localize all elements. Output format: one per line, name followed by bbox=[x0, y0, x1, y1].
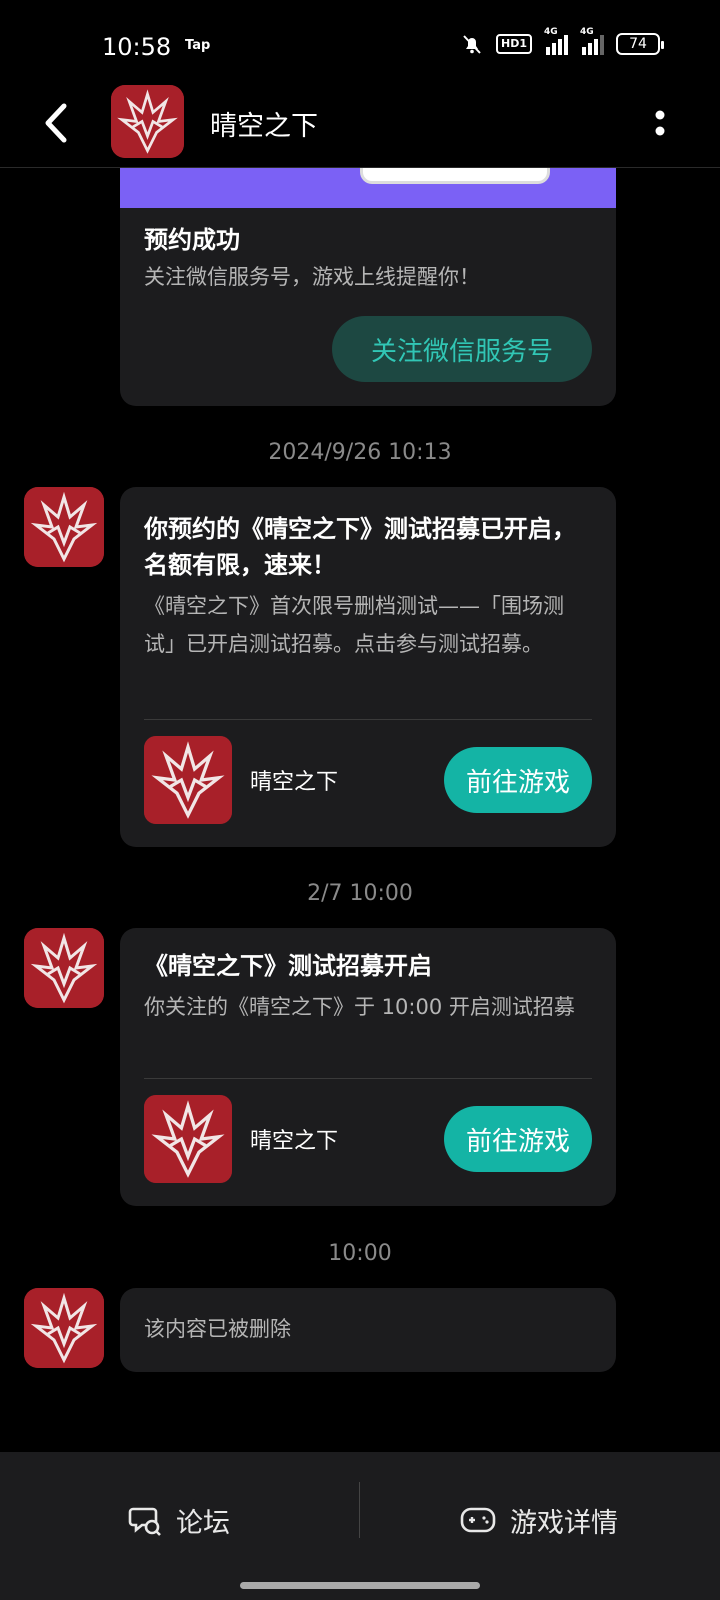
more-vertical-icon bbox=[655, 110, 665, 136]
back-button[interactable] bbox=[36, 98, 80, 148]
nav-game-details[interactable]: 游戏详情 bbox=[460, 1492, 618, 1548]
sender-avatar[interactable] bbox=[24, 928, 104, 1008]
message-timestamp: 2/7 10:00 bbox=[307, 881, 413, 906]
nav-game-details-label: 游戏详情 bbox=[510, 1507, 618, 1539]
status-bar: 10:58 Tap HD1 4G 4G 74 bbox=[0, 0, 720, 90]
tap-app-indicator: Tap bbox=[185, 38, 211, 53]
page-title: 晴空之下 bbox=[210, 111, 318, 142]
sender-avatar[interactable] bbox=[24, 1288, 104, 1368]
message-card[interactable]: 《晴空之下》测试招募开启 你关注的《晴空之下》于 10:00 开启测试招募 晴空… bbox=[120, 928, 616, 1206]
message-timestamp: 2024/9/26 10:13 bbox=[268, 440, 452, 465]
nav-forum[interactable]: 论坛 bbox=[128, 1492, 230, 1548]
game-icon bbox=[144, 736, 232, 824]
gamepad-icon bbox=[460, 1507, 496, 1533]
game-name: 晴空之下 bbox=[250, 770, 339, 795]
card-title: 预约成功 bbox=[144, 226, 240, 254]
home-indicator[interactable] bbox=[240, 1582, 480, 1589]
message-timestamp: 10:00 bbox=[328, 1241, 392, 1266]
game-logo-icon bbox=[144, 736, 232, 824]
signal-label: 4G bbox=[544, 27, 558, 37]
game-logo-icon bbox=[24, 1288, 104, 1368]
game-row[interactable]: 晴空之下 前往游戏 bbox=[120, 1079, 616, 1205]
reservation-success-card: 预约成功 关注微信服务号，游戏上线提醒你！ 关注微信服务号 bbox=[120, 168, 616, 406]
forum-chat-icon bbox=[128, 1507, 161, 1536]
status-time: 10:58 bbox=[102, 33, 172, 61]
battery-icon: 74 bbox=[616, 33, 664, 55]
more-options-button[interactable] bbox=[648, 104, 672, 142]
battery-level: 74 bbox=[629, 36, 647, 52]
game-logo-icon bbox=[111, 85, 184, 158]
message-body: 你关注的《晴空之下》于 10:00 开启测试招募 bbox=[144, 995, 575, 1019]
game-logo-icon bbox=[144, 1095, 232, 1183]
message-body: 《晴空之下》首次限号删档测试——「围场测试」已开启测试招募。点击参与测试招募。 bbox=[144, 594, 564, 656]
sender-avatar[interactable] bbox=[24, 487, 104, 567]
chevron-left-icon bbox=[45, 103, 67, 143]
go-to-game-button[interactable]: 前往游戏 bbox=[444, 747, 592, 813]
nav-divider bbox=[359, 1482, 360, 1538]
chat-header: 晴空之下 bbox=[0, 80, 720, 168]
game-icon bbox=[144, 1095, 232, 1183]
bottom-nav: 论坛 游戏详情 bbox=[0, 1452, 720, 1600]
card-body: 关注微信服务号，游戏上线提醒你！ bbox=[144, 265, 480, 289]
message-title: 你预约的《晴空之下》测试招募已开启，名额有限，速来！ bbox=[144, 515, 576, 579]
follow-wechat-button[interactable]: 关注微信服务号 bbox=[332, 316, 592, 382]
signal-icon: 4G bbox=[544, 27, 568, 55]
mute-bell-icon bbox=[463, 35, 481, 54]
message-title: 《晴空之下》测试招募开启 bbox=[144, 952, 432, 980]
message-card[interactable]: 你预约的《晴空之下》测试招募已开启，名额有限，速来！ 《晴空之下》首次限号删档测… bbox=[120, 487, 616, 847]
game-row[interactable]: 晴空之下 前往游戏 bbox=[120, 720, 616, 846]
go-to-game-button[interactable]: 前往游戏 bbox=[444, 1106, 592, 1172]
signal-label-2: 4G bbox=[580, 27, 594, 37]
status-icons: HD1 4G 4G 74 bbox=[460, 27, 664, 56]
message-card[interactable]: 该内容已被删除 bbox=[120, 1288, 616, 1372]
game-name: 晴空之下 bbox=[250, 1129, 339, 1154]
nav-forum-label: 论坛 bbox=[176, 1507, 230, 1539]
deleted-message-text: 该内容已被删除 bbox=[144, 1317, 291, 1341]
card-banner-image bbox=[120, 168, 616, 208]
game-logo-icon bbox=[24, 928, 104, 1008]
signal-icon-2: 4G bbox=[580, 27, 604, 55]
game-logo-icon bbox=[24, 487, 104, 567]
hd-icon: HD1 bbox=[496, 34, 532, 54]
header-avatar[interactable] bbox=[111, 85, 184, 158]
